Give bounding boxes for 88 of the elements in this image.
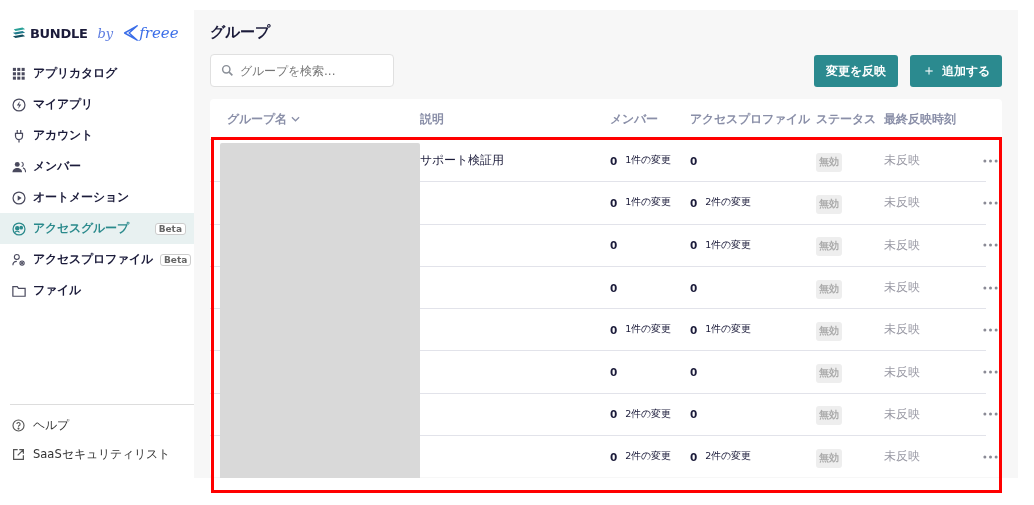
- status-badge: 無効: [816, 279, 842, 299]
- member-count: 0: [610, 196, 618, 209]
- more-icon[interactable]: [983, 454, 998, 459]
- plug-icon: [12, 128, 26, 143]
- more-icon[interactable]: [983, 243, 998, 248]
- grid-icon: [12, 66, 26, 81]
- chevron-down-icon: [291, 116, 300, 122]
- sidebar-item[interactable]: アクセスグループ Beta: [0, 213, 194, 244]
- member-count: 0: [610, 450, 618, 463]
- more-icon[interactable]: [983, 200, 998, 205]
- people-icon: [12, 159, 26, 174]
- member-count: 0: [610, 408, 618, 421]
- status-badge: 無効: [816, 406, 842, 426]
- more-icon[interactable]: [983, 370, 998, 375]
- apply-changes-button[interactable]: 変更を反映: [814, 55, 898, 87]
- change-count: 2件の変更: [625, 450, 672, 464]
- profile-count: 0: [690, 408, 698, 421]
- change-count: 2件の変更: [705, 196, 752, 210]
- page-title: グループ: [210, 23, 272, 42]
- member-count: 0: [610, 154, 618, 167]
- last-reflected-cell-text: 未反映: [884, 279, 921, 297]
- brand-partner: freee: [139, 24, 179, 42]
- member-count: 0: [610, 323, 618, 336]
- sidebar-item[interactable]: アプリカタログ: [0, 58, 194, 89]
- sidebar-link[interactable]: ヘルプ: [10, 411, 194, 440]
- sidebar-item[interactable]: マイアプリ: [0, 89, 194, 120]
- change-count: 1件の変更: [705, 323, 752, 337]
- last-reflected-cell-text: 未反映: [884, 236, 921, 254]
- last-reflected-cell-text: 未反映: [884, 363, 921, 381]
- search-icon: [221, 64, 234, 77]
- member-count: 0: [610, 366, 618, 379]
- last-reflected-cell-text: 未反映: [884, 152, 921, 170]
- change-count: 2件の変更: [705, 450, 752, 464]
- profile-count: 0: [690, 196, 698, 209]
- status-badge: 無効: [816, 321, 842, 341]
- sidebar-link[interactable]: SaaSセキュリティリスト: [10, 440, 194, 469]
- group-icon: [12, 221, 26, 236]
- external-link-icon: [12, 448, 25, 461]
- profile-count: 0: [690, 366, 698, 379]
- sidebar-item[interactable]: アクセスプロファイル Beta: [0, 244, 194, 275]
- change-count: 1件の変更: [625, 196, 672, 210]
- brand-name: BUNDLE: [30, 25, 88, 41]
- more-icon[interactable]: [983, 158, 998, 163]
- last-reflected-cell-text: 未反映: [884, 448, 921, 466]
- change-count: 1件の変更: [625, 154, 672, 168]
- profile-count: 0: [690, 323, 698, 336]
- member-count: 0: [610, 281, 618, 294]
- sidebar-item[interactable]: メンバー: [0, 151, 194, 182]
- profile-count: 0: [690, 281, 698, 294]
- column-header: 最終反映時刻: [884, 110, 957, 128]
- status-badge: 無効: [816, 237, 842, 257]
- last-reflected-cell-text: 未反映: [884, 194, 921, 212]
- beta-badge: Beta: [154, 222, 186, 235]
- last-reflected-cell-text: 未反映: [884, 405, 921, 423]
- person-gear-icon: [12, 252, 26, 267]
- more-icon[interactable]: [983, 412, 998, 417]
- sidebar-item[interactable]: オートメーション: [0, 182, 194, 213]
- profile-count: 0: [690, 154, 698, 167]
- search-field[interactable]: グループを検索...: [210, 54, 394, 87]
- change-count: 1件の変更: [625, 323, 672, 337]
- status-badge: 無効: [816, 364, 842, 384]
- brand-by: by: [97, 25, 114, 41]
- column-header: アクセスプロファイル: [690, 110, 811, 128]
- sidebar-item[interactable]: アカウント: [0, 120, 194, 151]
- column-header: ステータス: [816, 110, 877, 128]
- description-cell-text: サポート検証用: [420, 152, 505, 170]
- add-button[interactable]: ＋ 追加する: [910, 55, 1002, 87]
- folder-icon: [12, 283, 26, 298]
- change-count: 2件の変更: [625, 407, 672, 421]
- column-header: 説明: [420, 110, 445, 128]
- member-count: 0: [610, 239, 618, 252]
- more-icon[interactable]: [983, 327, 998, 332]
- status-badge: 無効: [816, 152, 842, 172]
- status-badge: 無効: [816, 448, 842, 468]
- column-header: メンバー: [610, 110, 659, 128]
- profile-count: 0: [690, 239, 698, 252]
- bird-logo-icon: [121, 24, 140, 42]
- beta-badge: Beta: [160, 253, 192, 266]
- help-icon: [12, 419, 25, 432]
- lightning-icon: [12, 97, 26, 112]
- profile-count: 0: [690, 450, 698, 463]
- last-reflected-cell-text: 未反映: [884, 321, 921, 339]
- play-icon: [12, 190, 26, 205]
- sidebar-item[interactable]: ファイル: [0, 275, 194, 306]
- change-count: 1件の変更: [705, 238, 752, 252]
- more-icon[interactable]: [983, 285, 998, 290]
- layers-logo-icon: [12, 26, 26, 40]
- status-badge: 無効: [816, 194, 842, 214]
